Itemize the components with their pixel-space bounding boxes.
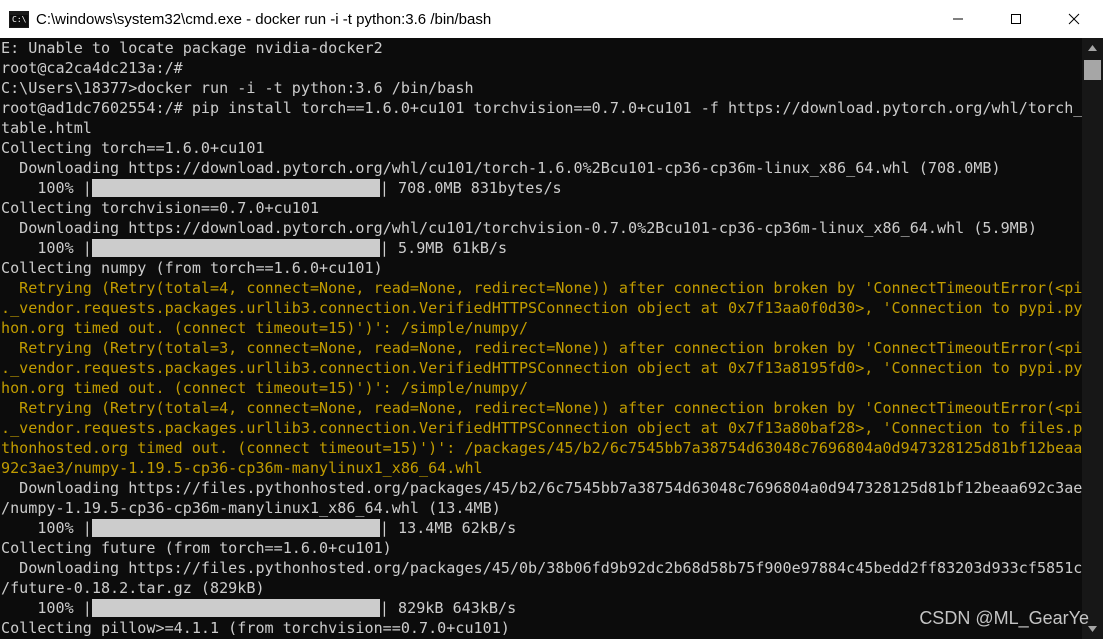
warning-line: 92c3ae3/numpy-1.19.5-cp36-cp36m-manylinu… <box>1 459 483 477</box>
maximize-icon <box>1011 14 1021 24</box>
progress-suffix: | 13.4MB 62kB/s <box>379 519 517 537</box>
progress-prefix: 100% | <box>1 599 92 617</box>
terminal-line: /numpy-1.19.5-cp36-cp36m-manylinux1_x86_… <box>1 499 501 517</box>
terminal-line: Downloading https://files.pythonhosted.o… <box>1 559 1082 577</box>
terminal-line: Downloading https://download.pytorch.org… <box>1 219 1037 237</box>
cmd-window: C:\ C:\windows\system32\cmd.exe - docker… <box>0 0 1103 639</box>
progress-line: 100% | | 5.9MB 61kB/s <box>0 238 1082 258</box>
terminal-line: Downloading https://download.pytorch.org… <box>1 159 1001 177</box>
progress-line: 100% | | 708.0MB 831bytes/s <box>0 178 1082 198</box>
warning-line: Retrying (Retry(total=4, connect=None, r… <box>1 279 1082 297</box>
progress-prefix: 100% | <box>1 239 92 257</box>
warning-line: thonhosted.org timed out. (connect timeo… <box>1 439 1082 457</box>
progress-suffix: | 5.9MB 61kB/s <box>379 239 508 257</box>
minimize-button[interactable] <box>929 0 987 38</box>
warning-line: Retrying (Retry(total=3, connect=None, r… <box>1 339 1082 357</box>
terminal-line: Collecting torch==1.6.0+cu101 <box>1 139 265 157</box>
scroll-up-button[interactable] <box>1082 38 1103 58</box>
cmd-icon: C:\ <box>9 10 29 28</box>
terminal-line: Collecting torchvision==0.7.0+cu101 <box>1 199 320 217</box>
progress-line: 100% | | 13.4MB 62kB/s <box>0 518 1082 538</box>
scroll-thumb[interactable] <box>1084 60 1101 80</box>
progress-prefix: 100% | <box>1 519 92 537</box>
progress-suffix: | 708.0MB 831bytes/s <box>379 179 562 197</box>
title-bar[interactable]: C:\ C:\windows\system32\cmd.exe - docker… <box>0 0 1103 38</box>
terminal-line: /future-0.18.2.tar.gz (829kB) <box>1 579 265 597</box>
terminal-line: root@ca2ca4dc213a:/# <box>1 59 183 77</box>
terminal-line: Collecting future (from torch==1.6.0+cu1… <box>1 539 392 557</box>
terminal-line: E: Unable to locate package nvidia-docke… <box>1 39 383 57</box>
terminal-output[interactable]: E: Unable to locate package nvidia-docke… <box>0 38 1082 639</box>
progress-bar <box>91 599 380 617</box>
window-controls <box>929 0 1103 38</box>
progress-suffix: | 829kB 643kB/s <box>379 599 517 617</box>
terminal-line: Downloading https://files.pythonhosted.o… <box>1 479 1082 497</box>
terminal-line: root@ad1dc7602554:/# pip install torch==… <box>1 99 1082 117</box>
terminal-line: Collecting numpy (from torch==1.6.0+cu10… <box>1 259 383 277</box>
warning-line: ._vendor.requests.packages.urllib3.conne… <box>1 359 1082 377</box>
vertical-scrollbar[interactable] <box>1082 38 1103 639</box>
close-button[interactable] <box>1045 0 1103 38</box>
progress-bar <box>91 239 380 257</box>
scroll-down-icon <box>1088 626 1097 632</box>
close-icon <box>1068 13 1080 25</box>
warning-line: Retrying (Retry(total=4, connect=None, r… <box>1 399 1082 417</box>
warning-line: hon.org timed out. (connect timeout=15)'… <box>1 379 529 397</box>
minimize-icon <box>953 18 963 20</box>
terminal-line: table.html <box>1 119 92 137</box>
window-title: C:\windows\system32\cmd.exe - docker run… <box>36 10 492 28</box>
warning-line: ._vendor.requests.packages.urllib3.conne… <box>1 299 1082 317</box>
scroll-up-icon <box>1088 45 1097 51</box>
watermark: CSDN @ML_GearYe <box>919 608 1089 628</box>
warning-line: ._vendor.requests.packages.urllib3.conne… <box>1 419 1082 437</box>
progress-bar <box>91 179 380 197</box>
progress-prefix: 100% | <box>1 179 92 197</box>
warning-line: hon.org timed out. (connect timeout=15)'… <box>1 319 529 337</box>
maximize-button[interactable] <box>987 0 1045 38</box>
progress-bar <box>91 519 380 537</box>
terminal-line: C:\Users\18377>docker run -i -t python:3… <box>1 79 474 97</box>
